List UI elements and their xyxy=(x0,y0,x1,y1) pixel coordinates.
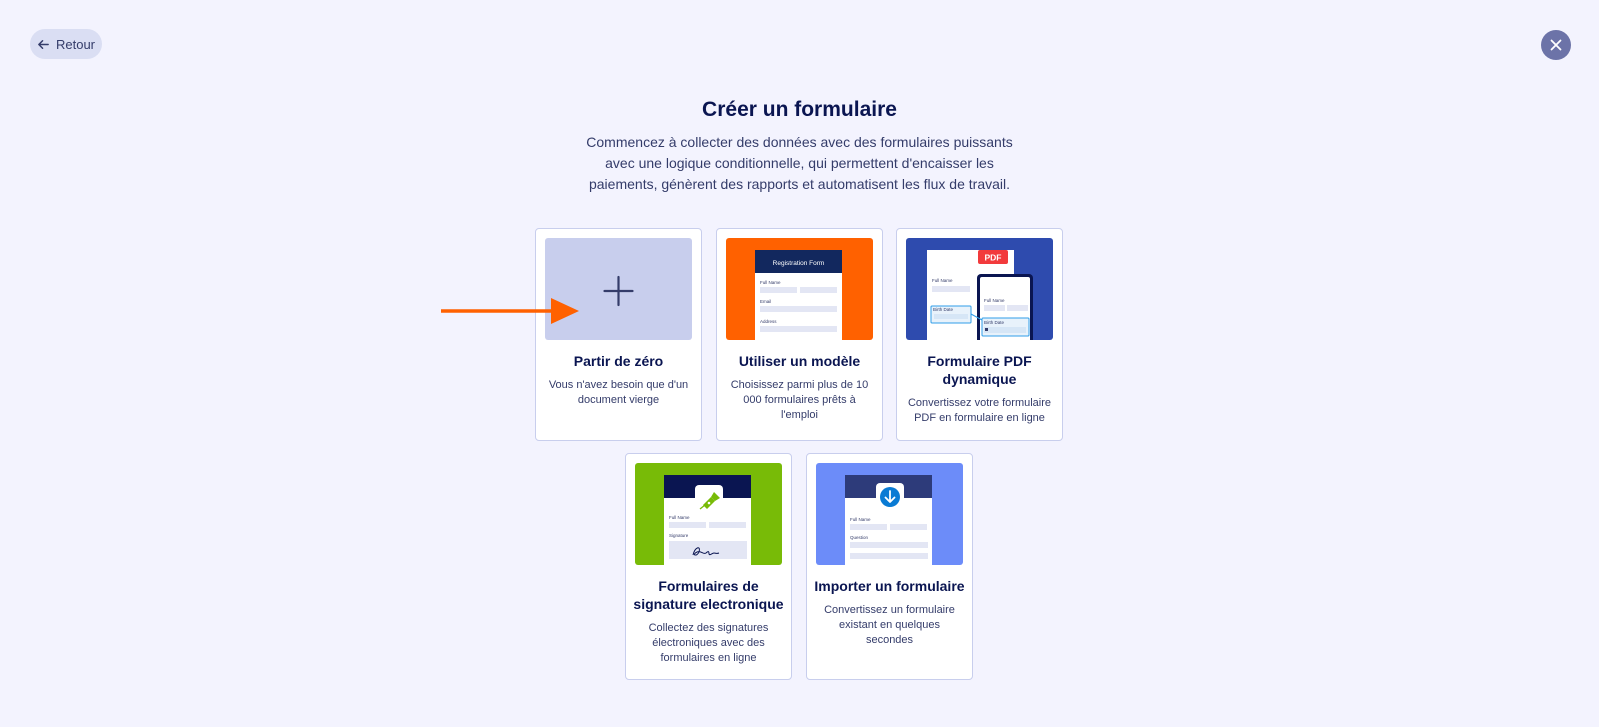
svg-text:Signature: Signature xyxy=(669,533,689,538)
card-title: Formulaires de signature electronique xyxy=(633,578,784,612)
back-label: Retour xyxy=(55,36,96,52)
card-description: Convertissez votre formulaire PDF en for… xyxy=(907,397,1052,424)
card-import-form[interactable]: Full Name Question Importer un formulair… xyxy=(806,453,973,680)
orange-arrow-pointer xyxy=(441,298,579,324)
svg-text:Full Name: Full Name xyxy=(669,515,690,520)
lock-icon xyxy=(985,328,988,331)
svg-text:Full Name: Full Name xyxy=(850,517,871,522)
card-description: Convertissez un formulaire existant en q… xyxy=(824,604,955,646)
svg-text:Full Name: Full Name xyxy=(932,278,953,283)
card-e-signature-forms[interactable]: Full Name Signature Formulaires de signa… xyxy=(625,453,792,680)
svg-text:Question: Question xyxy=(850,535,869,540)
card-title: Utiliser un modèle xyxy=(738,353,861,369)
card-title: Formulaire PDF dynamique xyxy=(927,353,1032,387)
svg-text:Address: Address xyxy=(760,319,777,324)
svg-text:Birth Date: Birth Date xyxy=(933,307,954,312)
card-use-template[interactable]: Registration Form Full Name Email Addres… xyxy=(716,228,883,441)
import-thumbnail: Full Name Question xyxy=(816,463,963,565)
card-description: Vous n'avez besoin que d'un document vie… xyxy=(548,379,689,406)
close-icon xyxy=(1550,39,1562,51)
card-title: Importer un formulaire xyxy=(814,578,965,594)
svg-text:Full Name: Full Name xyxy=(760,280,781,285)
pdf-badge: PDF xyxy=(985,253,1002,263)
template-form-title: Registration Form xyxy=(773,260,825,267)
import-form-preview: Full Name Question xyxy=(845,475,932,565)
svg-text:Email: Email xyxy=(760,299,771,304)
card-title: Partir de zéro xyxy=(573,353,664,369)
arrow-left-icon xyxy=(38,39,49,49)
signature-thumbnail: Full Name Signature xyxy=(635,463,782,565)
svg-text:Full Name: Full Name xyxy=(984,298,1005,303)
svg-text:Birth Date: Birth Date xyxy=(984,320,1005,325)
back-button[interactable]: Retour xyxy=(30,29,102,59)
card-description: Choisissez parmi plus de 10 000 formulai… xyxy=(730,379,869,421)
template-form-preview: Registration Form Full Name Email Addres… xyxy=(755,250,842,340)
pdf-form-preview: Full Name Birth Date Full Name Birth Dat… xyxy=(927,250,1033,340)
card-start-from-scratch[interactable]: Partir de zéro Vous n'avez besoin que d'… xyxy=(535,228,702,441)
card-description: Collectez des signatures électroniques a… xyxy=(648,622,769,664)
pdf-thumbnail: Full Name Birth Date Full Name Birth Dat… xyxy=(906,238,1053,340)
download-icon xyxy=(880,487,900,507)
page-title: Créer un formulaire xyxy=(702,98,897,121)
card-dynamic-pdf-form[interactable]: Full Name Birth Date Full Name Birth Dat… xyxy=(896,228,1063,441)
signature-form-preview: Full Name Signature xyxy=(664,475,751,565)
template-thumbnail: Registration Form Full Name Email Addres… xyxy=(726,238,873,340)
page-subtitle: Commencez à collecter des données avec d… xyxy=(586,134,1013,192)
close-button[interactable] xyxy=(1541,30,1571,60)
